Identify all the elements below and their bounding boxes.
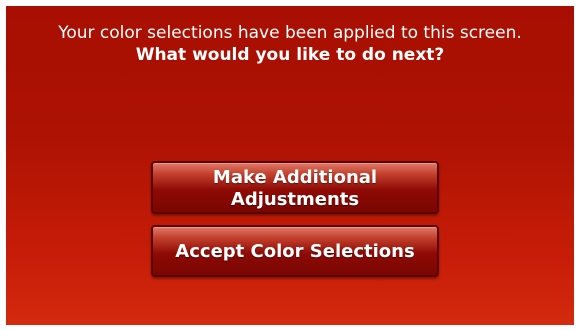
accept-button-label: Accept Color Selections	[175, 241, 415, 262]
confirmation-message: Your color selections have been applied …	[6, 22, 574, 66]
adjust-button-label-line2: Adjustments	[230, 189, 360, 210]
color-confirmation-screen: Your color selections have been applied …	[6, 6, 574, 325]
confirmation-text: Your color selections have been applied …	[58, 23, 522, 43]
next-step-prompt: What would you like to do next?	[135, 45, 445, 65]
make-additional-adjustments-button[interactable]: Make Additional Adjustments	[151, 161, 439, 214]
accept-color-selections-button[interactable]: Accept Color Selections	[151, 225, 439, 277]
adjust-button-label-line1: Make Additional	[212, 167, 378, 188]
